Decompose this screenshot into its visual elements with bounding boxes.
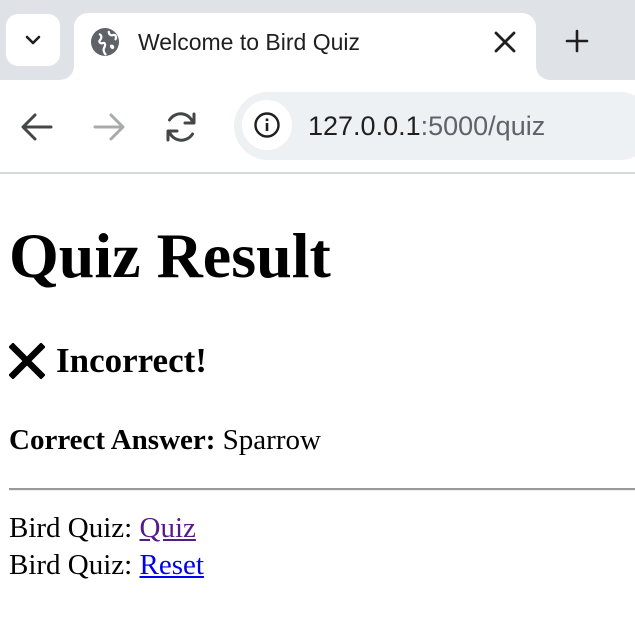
correct-answer-label: Correct Answer: [9,424,216,456]
close-icon[interactable] [492,29,518,55]
reset-link[interactable]: Reset [140,549,204,581]
reset-link-line: Bird Quiz: Reset [9,547,204,583]
globe-icon [91,28,119,56]
quiz-link-line: Bird Quiz: Quiz [9,510,196,546]
site-info-button[interactable] [242,100,292,150]
address-bar[interactable]: 127.0.0.1:5000/quiz [234,92,635,160]
correct-answer-value: Sparrow [215,424,321,456]
arrow-left-icon[interactable] [18,108,56,146]
tab-welcome-to-bird-quiz[interactable]: Welcome to Bird Quiz [74,13,536,80]
url-host: 127.0.0.1 [308,111,421,141]
chevron-down-icon [25,35,41,45]
url-path: :5000/quiz [420,111,546,141]
divider [9,488,635,491]
quiz-link-prefix: Bird Quiz: [9,512,140,544]
cross-icon [9,343,45,379]
page-title: Quiz Result [9,220,331,291]
correct-answer: Correct Answer: Sparrow [9,422,321,458]
url-text[interactable]: 127.0.0.1:5000/quiz [308,110,545,142]
reload-icon[interactable] [162,108,200,146]
result-heading: Incorrect! [9,340,207,382]
result-text: Incorrect! [56,341,207,380]
arrow-right-icon[interactable] [90,108,128,146]
toolbar-divider [0,172,635,174]
info-icon [254,112,280,138]
quiz-link[interactable]: Quiz [140,512,196,544]
tab-title: Welcome to Bird Quiz [138,29,360,55]
reset-link-prefix: Bird Quiz: [9,549,140,581]
plus-icon[interactable] [562,26,592,56]
tab-search-button[interactable] [6,14,60,66]
browser-toolbar: 127.0.0.1:5000/quiz [0,80,635,172]
tab-strip: Welcome to Bird Quiz [0,0,635,80]
